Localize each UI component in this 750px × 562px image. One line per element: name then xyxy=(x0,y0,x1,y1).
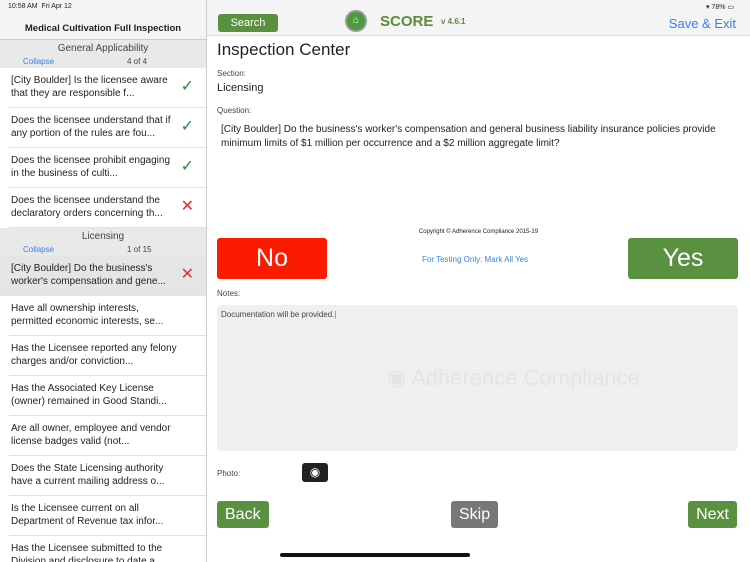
checkmark-icon: ✓ xyxy=(180,118,194,135)
battery-status: ▾ 78% ▭ xyxy=(705,4,734,11)
question-text: [City Boulder] Do the business's worker'… xyxy=(221,124,716,149)
home-indicator xyxy=(280,553,470,557)
page-title: Inspection Center xyxy=(217,40,351,59)
back-button[interactable]: Back xyxy=(217,501,269,528)
collapse-button[interactable]: Collapse xyxy=(23,245,54,254)
question-list-item[interactable]: Is the Licensee current on all Departmen… xyxy=(9,496,206,536)
app-version: v 4.6.1 xyxy=(441,17,466,26)
copyright: Copyright © Adherence Compliance 2015-19 xyxy=(418,229,539,235)
question-list-item[interactable]: Has the Licensee reported any felony cha… xyxy=(9,336,206,376)
checkmark-icon: ✓ xyxy=(180,158,194,175)
question-label: Question: xyxy=(217,106,252,115)
section-header: Licensing Collapse 1 of 15 xyxy=(0,228,206,256)
question-list-item[interactable]: [City Boulder] Do the business's worker'… xyxy=(0,256,206,296)
photo-label: Photo: xyxy=(217,469,241,478)
main-panel: Search ⌂ SCORE v 4.6.1 ▾ 78% ▭ Save & Ex… xyxy=(207,0,750,562)
mark-all-yes-link[interactable]: For Testing Only: Mark All Yes xyxy=(422,255,528,264)
question-list-item[interactable]: Are all owner, employee and vendor licen… xyxy=(9,416,206,456)
watermark-logo: ◉ Adherence Compliance xyxy=(387,365,640,390)
notes-input[interactable]: Documentation will be provided.| ◉ Adher… xyxy=(217,305,738,451)
notes-label: Notes: xyxy=(217,289,241,298)
section-header: General Applicability Collapse 4 of 4 xyxy=(0,40,206,68)
collapse-button[interactable]: Collapse xyxy=(23,57,54,66)
yes-button[interactable]: Yes xyxy=(628,238,738,279)
camera-icon[interactable]: ◉ xyxy=(302,463,328,482)
question-list-item[interactable]: Does the licensee prohibit engaging in t… xyxy=(9,148,206,188)
sidebar-header: 10:58 AM Fri Apr 12 Medical Cultivation … xyxy=(0,0,206,40)
next-button[interactable]: Next xyxy=(688,501,737,528)
x-mark-icon: ✕ xyxy=(180,266,194,283)
inspection-title: Medical Cultivation Full Inspection xyxy=(24,23,182,34)
section-value: Licensing xyxy=(217,82,264,94)
question-list-item[interactable]: Have all ownership interests, permitted … xyxy=(9,296,206,336)
skip-button[interactable]: Skip xyxy=(451,501,499,528)
status-time: 10:58 AM xyxy=(8,3,38,10)
question-list-item[interactable]: Does the licensee understand the declara… xyxy=(9,188,206,228)
no-button[interactable]: No xyxy=(217,238,327,279)
x-mark-icon: ✕ xyxy=(180,198,194,215)
question-list-item[interactable]: Has the Licensee submitted to the Divisi… xyxy=(9,536,206,562)
question-list-item[interactable]: [City Boulder] Is the licensee aware tha… xyxy=(9,68,206,108)
top-bar: Search ⌂ SCORE v 4.6.1 ▾ 78% ▭ Save & Ex… xyxy=(207,0,750,36)
home-logo-icon[interactable]: ⌂ xyxy=(345,10,367,32)
section-label: Section: xyxy=(217,69,246,78)
search-button[interactable]: Search xyxy=(218,14,278,32)
save-exit-button[interactable]: Save & Exit xyxy=(669,16,736,31)
app-name: SCORE xyxy=(380,13,434,30)
question-list-item[interactable]: Does the licensee understand that if any… xyxy=(9,108,206,148)
status-date: Fri Apr 12 xyxy=(41,3,72,10)
section-count: 4 of 4 xyxy=(127,57,148,66)
section-count: 1 of 15 xyxy=(127,245,152,254)
question-list-item[interactable]: Has the Associated Key License (owner) r… xyxy=(9,376,206,416)
question-list-item[interactable]: Does the State Licensing authority have … xyxy=(9,456,206,496)
sidebar: 10:58 AM Fri Apr 12 Medical Cultivation … xyxy=(0,0,207,562)
checkmark-icon: ✓ xyxy=(180,78,194,95)
